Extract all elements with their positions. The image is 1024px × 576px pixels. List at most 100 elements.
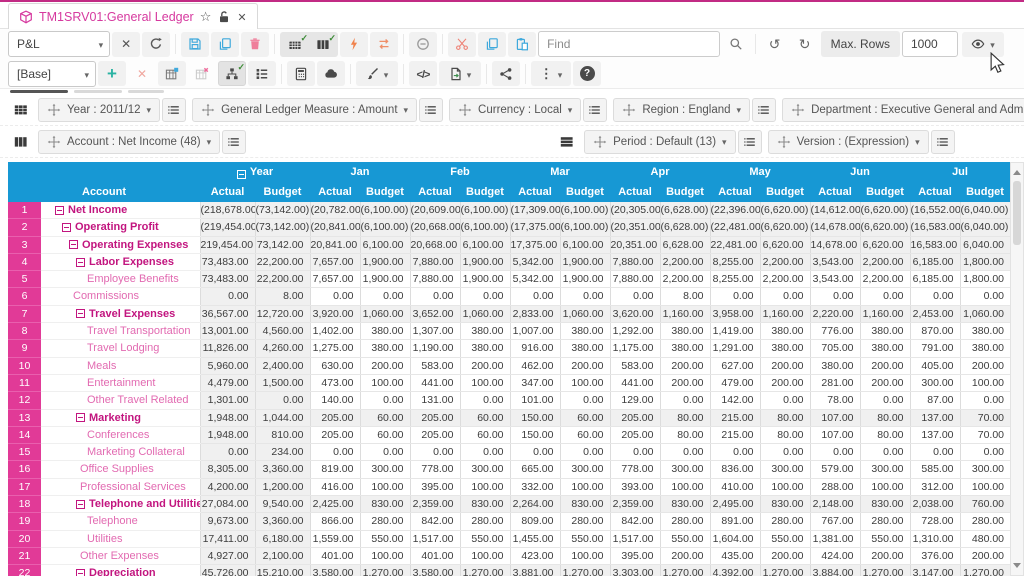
grid-cell[interactable]: 280.00 [860,513,910,530]
grid-cell[interactable]: 215.00 [710,409,760,426]
grid-cell[interactable]: 60.00 [560,409,610,426]
grid-cell[interactable]: 1,160.00 [860,305,910,322]
grid-cell[interactable]: (20,351.00) [610,219,660,236]
measure-header[interactable]: Budget [255,182,310,202]
grid-cell[interactable]: 583.00 [610,357,660,374]
grid-cell[interactable]: 1,517.00 [610,530,660,547]
grid-cell[interactable]: (6,100.00) [460,219,510,236]
subset-editor-button[interactable] [752,98,776,122]
grid-cell[interactable]: 1,270.00 [860,565,910,576]
grid-cell[interactable]: 11,826.00 [200,340,255,357]
grid-cell[interactable]: 60.00 [360,409,410,426]
unlock-icon[interactable] [217,10,231,24]
grid-cell[interactable]: 393.00 [610,478,660,495]
grid-cell[interactable]: 0.00 [760,444,810,461]
grid-cell[interactable]: 0.00 [410,444,460,461]
grid-cell[interactable]: 17,411.00 [200,530,255,547]
grid-cell[interactable]: 280.00 [660,513,710,530]
grid-cell[interactable]: 1,900.00 [560,253,610,270]
grid-cell[interactable]: 473.00 [310,374,360,391]
grid-cell[interactable]: 3,580.00 [410,565,460,576]
grid-cell[interactable]: 1,007.00 [510,323,560,340]
grid-cell[interactable]: 767.00 [810,513,860,530]
delete-sheet-button[interactable] [188,61,216,86]
help-button[interactable] [573,61,601,86]
grid-cell[interactable]: (73,142.00) [255,219,310,236]
grid-cell[interactable]: (6,040.00) [960,202,1010,219]
grid-cell[interactable]: 9,540.00 [255,496,310,513]
grid-cell[interactable]: 2,359.00 [610,496,660,513]
account-cell[interactable]: Other Travel Related [41,392,200,409]
row-number[interactable]: 10 [8,357,41,374]
grid-cell[interactable]: 7,657.00 [310,253,360,270]
grid-cell[interactable]: 200.00 [660,357,710,374]
grid-cell[interactable]: 0.00 [360,392,410,409]
rebuild-button[interactable] [370,32,398,57]
grid-cell[interactable]: 1,060.00 [360,305,410,322]
grid-cell[interactable]: 347.00 [510,374,560,391]
measure-header[interactable]: Budget [760,182,810,202]
measure-header[interactable]: Actual [200,182,255,202]
row-number[interactable]: 1 [8,202,41,219]
grid-cell[interactable]: 3,360.00 [255,461,310,478]
grid-cell[interactable]: 45,726.00 [200,565,255,576]
visibility-button[interactable] [962,32,1004,57]
grid-cell[interactable]: 0.00 [410,288,460,305]
grid-cell[interactable]: 7,880.00 [610,253,660,270]
grid-cell[interactable]: 0.00 [960,444,1010,461]
grid-cell[interactable]: (14,612.00) [810,202,860,219]
account-cell[interactable]: Travel Expenses [41,305,200,322]
grid-cell[interactable]: 150.00 [510,426,560,443]
grid-cell[interactable]: 100.00 [360,547,410,564]
grid-cell[interactable]: 550.00 [860,530,910,547]
grid-cell[interactable]: 1,160.00 [660,305,710,322]
grid-cell[interactable]: 4,560.00 [255,323,310,340]
grid-cell[interactable]: 0.00 [960,288,1010,305]
grid-cell[interactable]: 1,310.00 [910,530,960,547]
period-group-header[interactable]: Jan [310,162,410,182]
grid-cell[interactable]: 205.00 [310,409,360,426]
account-cell[interactable]: Utilities [41,530,200,547]
grid-cell[interactable]: 73,483.00 [200,253,255,270]
account-cell[interactable]: Other Expenses [41,547,200,564]
account-cell[interactable]: Travel Transportation [41,323,200,340]
grid-cell[interactable]: (6,100.00) [360,202,410,219]
vertical-scrollbar[interactable] [1010,162,1024,576]
row-number[interactable]: 21 [8,547,41,564]
grid-cell[interactable]: 2,425.00 [310,496,360,513]
save-button[interactable] [181,32,209,57]
grid-cell[interactable]: 441.00 [610,374,660,391]
measure-header[interactable]: Budget [660,182,710,202]
grid-cell[interactable]: 312.00 [910,478,960,495]
grid-cell[interactable]: 280.00 [360,513,410,530]
measure-header[interactable]: Actual [410,182,460,202]
row-number[interactable]: 20 [8,530,41,547]
grid-cell[interactable]: 6,620.00 [860,236,910,253]
grid-cell[interactable]: 1,044.00 [255,409,310,426]
grid-cell[interactable]: 137.00 [910,426,960,443]
grid-cell[interactable]: 410.00 [710,478,760,495]
grid-cell[interactable]: 1,301.00 [200,392,255,409]
grid-cell[interactable]: 2,220.00 [810,305,860,322]
scrollbar-thumb[interactable] [1013,181,1021,245]
measure-header[interactable]: Actual [910,182,960,202]
collapse-icon[interactable] [55,206,64,215]
grid-cell[interactable]: 2,453.00 [910,305,960,322]
grid-cell[interactable]: 4,260.00 [255,340,310,357]
grid-cell[interactable]: 1,270.00 [360,565,410,576]
grid-cell[interactable]: 100.00 [960,374,1010,391]
grid-cell[interactable]: 776.00 [810,323,860,340]
grid-cell[interactable]: 22,200.00 [255,271,310,288]
grid-cell[interactable]: 2,200.00 [660,271,710,288]
grid-cell[interactable]: 100.00 [560,547,610,564]
grid-cell[interactable]: 4,200.00 [200,478,255,495]
grid-cell[interactable]: 441.00 [410,374,460,391]
grid-cell[interactable]: 0.00 [810,288,860,305]
grid-cell[interactable]: 300.00 [760,461,810,478]
grid-cell[interactable]: 1,900.00 [560,271,610,288]
grid-cell[interactable]: 3,580.00 [310,565,360,576]
grid-cell[interactable]: 3,543.00 [810,271,860,288]
grid-cell[interactable]: 1,900.00 [460,271,510,288]
grid-cell[interactable]: (16,583.00) [910,219,960,236]
max-rows-input[interactable] [902,31,958,57]
